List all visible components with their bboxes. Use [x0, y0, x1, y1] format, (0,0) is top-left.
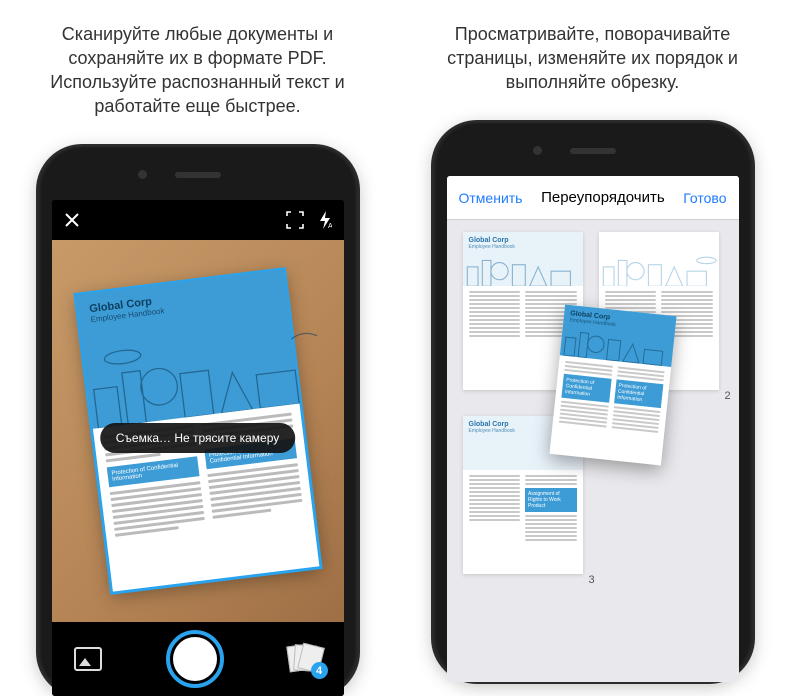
reorder-grid: Global Corp Employee Handbook [447, 220, 739, 682]
done-button[interactable]: Готово [683, 190, 726, 206]
promo-caption-scan: Сканируйте любые документы и сохраняйте … [28, 22, 368, 118]
page-count-badge: 4 [311, 662, 328, 679]
phone-screen-scan: A Global Corp Employee Handbook [52, 200, 344, 696]
promo-panel-scan: Сканируйте любые документы и сохраняйте … [0, 0, 395, 696]
cancel-button[interactable]: Отменить [459, 190, 523, 206]
close-icon[interactable] [64, 212, 80, 228]
page-number: 2 [725, 390, 731, 402]
camera-bottombar: 4 [52, 622, 344, 696]
page-stack-button[interactable]: 4 [288, 645, 322, 673]
promo-caption-reorder: Просматривайте, поворачивайте страницы, … [423, 22, 763, 94]
phone-mockup-scan: A Global Corp Employee Handbook [38, 146, 358, 696]
camera-topbar: A [52, 200, 344, 240]
reorder-navbar: Отменить Переупорядочить Готово [447, 176, 739, 220]
camera-viewport: Global Corp Employee Handbook [52, 240, 344, 622]
phone-mockup-reorder: Отменить Переупорядочить Готово Global C… [433, 122, 753, 682]
document-section-heading: Protection of Confidential Information [106, 456, 199, 487]
navbar-title: Переупорядочить [541, 189, 665, 206]
promo-panel-reorder: Просматривайте, поворачивайте страницы, … [395, 0, 790, 696]
dragging-page-thumbnail[interactable]: Global Corp Employee Handbook [549, 305, 676, 466]
auto-detect-icon[interactable] [286, 211, 304, 229]
page-number: 3 [589, 574, 595, 586]
svg-text:A: A [328, 223, 332, 229]
shutter-button[interactable] [166, 630, 224, 688]
phone-screen-reorder: Отменить Переупорядочить Готово Global C… [447, 176, 739, 682]
gallery-icon[interactable] [74, 647, 102, 671]
capture-toast: Съемка… Не трясите камеру [100, 423, 296, 453]
flash-icon[interactable]: A [318, 211, 332, 229]
